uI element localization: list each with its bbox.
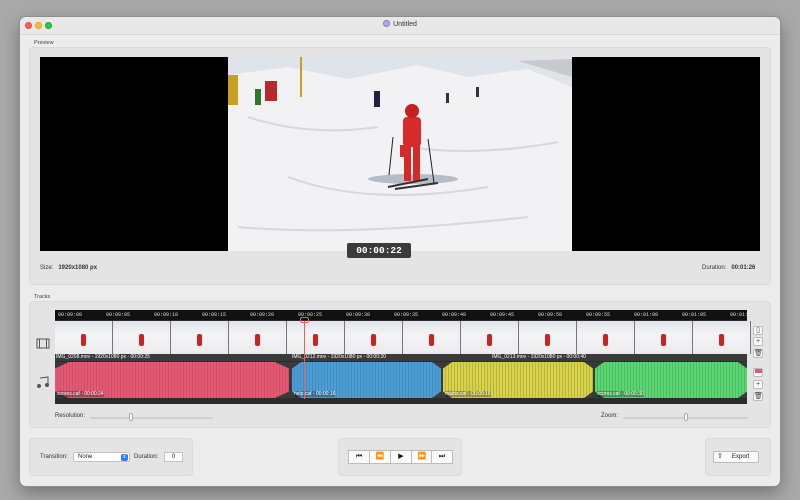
tracks-section-label: Tracks <box>34 294 51 300</box>
ruler-tick: 00:00:40 <box>442 312 467 318</box>
add-audio-clip-button[interactable]: + <box>753 380 763 389</box>
skier-figure <box>313 334 318 346</box>
video-track-options-button[interactable]: ▯ <box>753 326 763 335</box>
ruler-tick: 00:01:10 <box>730 312 755 318</box>
delete-video-clip-button[interactable]: 🗑 <box>753 349 763 358</box>
size-value: 1920x1080 px <box>58 265 98 271</box>
window-title-wrap: Untitled <box>20 20 780 28</box>
add-video-clip-button[interactable]: + <box>753 337 763 346</box>
duration-info: Duration: 00:01:26 <box>702 265 755 271</box>
last-frame-button[interactable]: ⏭ <box>431 450 453 464</box>
preview-section-label: Preview <box>34 40 54 46</box>
playhead[interactable] <box>304 321 305 399</box>
video-preview <box>40 57 760 251</box>
resolution-label: Resolution: <box>55 413 86 419</box>
ruler-tick: 00:00:45 <box>490 312 515 318</box>
next-frame-icon: ⏩ <box>417 453 427 460</box>
timeline-ruler[interactable]: 00:00:00 00:00:05 00:00:10 00:00:15 00:00:20… <box>55 310 754 320</box>
ruler-tick: 00:00:10 <box>154 312 179 318</box>
music-notes-icon <box>37 376 49 388</box>
zoom-slider-knob[interactable] <box>683 413 688 421</box>
export-button[interactable]: ⇧ Export <box>713 451 759 463</box>
ruler-tick: 00:00:35 <box>394 312 419 318</box>
delete-audio-clip-button[interactable]: 🗑 <box>753 392 763 401</box>
transition-select[interactable]: None ⇕ <box>73 452 130 462</box>
skier-figure <box>371 334 376 346</box>
zoom-label: Zoom: <box>601 413 619 419</box>
export-label: Export <box>732 454 750 460</box>
current-timecode: 00:00:22 <box>347 243 411 258</box>
video-clip-labels: IMG_0208.mov - 1920x1080 px - 00:00:25 IM… <box>55 354 747 361</box>
document-icon <box>383 20 391 27</box>
window-title: Untitled <box>393 21 417 28</box>
audio-clip-label: scores.caf - 00:00:30 <box>597 391 644 397</box>
title-bar: Untitled <box>20 17 780 35</box>
ruler-tick: 00:00:05 <box>106 312 131 318</box>
next-frame-button[interactable]: ⏩ <box>411 450 433 464</box>
first-frame-button[interactable]: ⏮ <box>348 450 370 464</box>
audio-clip-label: scores.caf - 00:00:24 <box>57 391 104 397</box>
video-clip-label: IMG_0212.mov - 1920x1080 px - 00:00:20 <box>292 354 386 360</box>
audio-track[interactable]: scores.caf - 00:00:24 help.caf - 00:00:16… <box>55 362 747 398</box>
resolution-slider-knob[interactable] <box>128 413 133 421</box>
skier-figure <box>255 334 260 346</box>
audio-color-swatch <box>754 369 762 373</box>
previous-frame-button[interactable]: ⏪ <box>369 450 391 464</box>
ruler-tick: 00:00:15 <box>202 312 227 318</box>
previous-frame-icon: ⏪ <box>375 453 385 460</box>
skier-figure <box>429 334 434 346</box>
video-clip-label: IMG_0208.mov - 1920x1080 px - 00:00:25 <box>56 354 150 360</box>
transition-label: Transition: <box>40 454 68 460</box>
timeline[interactable]: 00:00:00 00:00:05 00:00:10 00:00:15 00:00:20… <box>55 310 754 404</box>
skier-figure <box>603 334 608 346</box>
duration-label: Duration: <box>702 265 727 271</box>
audio-clip-label: matrix.caf - 00:00:16 <box>445 391 491 397</box>
audio-clip-label: help.caf - 00:00:16 <box>294 391 336 397</box>
duration-field-label: Duration: <box>134 454 159 460</box>
resolution-slider[interactable] <box>90 417 213 419</box>
size-info: Size: 1920x1080 px <box>40 265 97 271</box>
skier-figure <box>139 334 144 346</box>
preview-frame <box>228 57 572 251</box>
skier-figure <box>197 334 202 346</box>
duration-value: 00:01:26 <box>731 265 756 271</box>
ruler-tick: 00:00:20 <box>250 312 275 318</box>
film-icon <box>36 338 50 349</box>
size-label: Size: <box>40 265 54 271</box>
play-icon: ▶ <box>398 453 404 460</box>
ruler-tick: 00:01:00 <box>634 312 659 318</box>
last-frame-icon: ⏭ <box>438 453 446 460</box>
ruler-tick: 00:00:00 <box>58 312 83 318</box>
share-arrow-icon: ⇧ <box>717 453 723 460</box>
video-track[interactable] <box>55 321 751 354</box>
ruler-tick: 00:00:30 <box>346 312 371 318</box>
duration-field[interactable]: 0 <box>164 452 183 462</box>
audio-track-color-button[interactable] <box>753 368 763 377</box>
transition-select-value: None <box>78 454 93 460</box>
skier-figure <box>661 334 666 346</box>
playhead-handle[interactable] <box>300 317 309 323</box>
select-arrow-icon: ⇕ <box>121 454 128 461</box>
skier-figure <box>719 334 724 346</box>
ruler-tick: 00:00:55 <box>586 312 611 318</box>
video-clip-label: IMG_0213.mov - 1920x1080 px - 00:00:40 <box>492 354 586 360</box>
first-frame-icon: ⏮ <box>355 453 363 460</box>
skier-figure <box>81 334 86 346</box>
ruler-tick: 00:01:05 <box>682 312 707 318</box>
skier-figure <box>487 334 492 346</box>
play-button[interactable]: ▶ <box>390 450 412 464</box>
skier-figure <box>545 334 550 346</box>
ruler-tick: 00:00:50 <box>538 312 563 318</box>
